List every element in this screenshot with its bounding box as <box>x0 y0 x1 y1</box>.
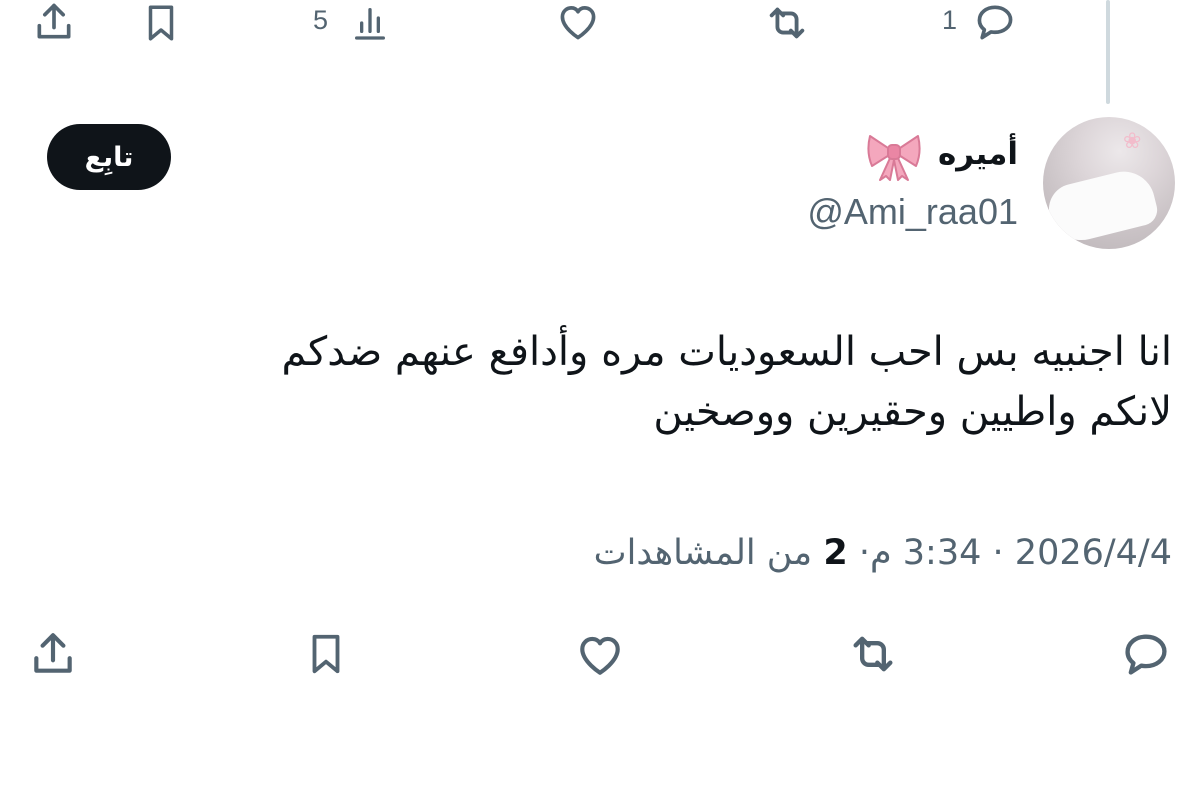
follow-button[interactable]: تابِع <box>47 124 171 190</box>
meta-separator-2: · <box>858 533 870 573</box>
retweet-icon[interactable] <box>760 0 814 46</box>
tweet-meta: 2026/4/4 · 3:34 م· 2 من المشاهدات <box>594 533 1172 573</box>
reply-icon[interactable] <box>1118 628 1174 680</box>
like-icon[interactable] <box>572 630 628 680</box>
bookmark-icon[interactable] <box>140 0 182 46</box>
tweet-text: انا اجنبيه بس احب السعوديات مره وأدافع ع… <box>281 329 1172 435</box>
bow-emoji <box>866 130 922 182</box>
bookmark-icon[interactable] <box>303 628 349 680</box>
thread-line <box>1106 0 1110 104</box>
views-number: 2 <box>823 533 848 573</box>
time-suffix: م <box>869 533 892 573</box>
like-icon[interactable] <box>553 0 603 44</box>
reply-icon[interactable] <box>970 0 1020 44</box>
retweet-icon[interactable] <box>842 628 904 680</box>
analytics-icon[interactable] <box>350 0 390 46</box>
display-name[interactable]: أميره <box>938 136 1018 172</box>
share-icon[interactable] <box>31 0 77 44</box>
meta-separator: · <box>992 533 1004 573</box>
user-handle[interactable]: @Ami_raa01 <box>807 191 1018 233</box>
avatar[interactable]: ❀ <box>1043 117 1175 249</box>
tweet-date[interactable]: 2026/4/4 <box>1015 533 1172 573</box>
views-label: من المشاهدات <box>593 533 813 573</box>
reply-count: 1 <box>942 5 958 35</box>
tweet-time[interactable]: 3:34 <box>903 533 982 573</box>
views-count: 5 <box>313 5 329 35</box>
share-icon[interactable] <box>28 628 78 680</box>
